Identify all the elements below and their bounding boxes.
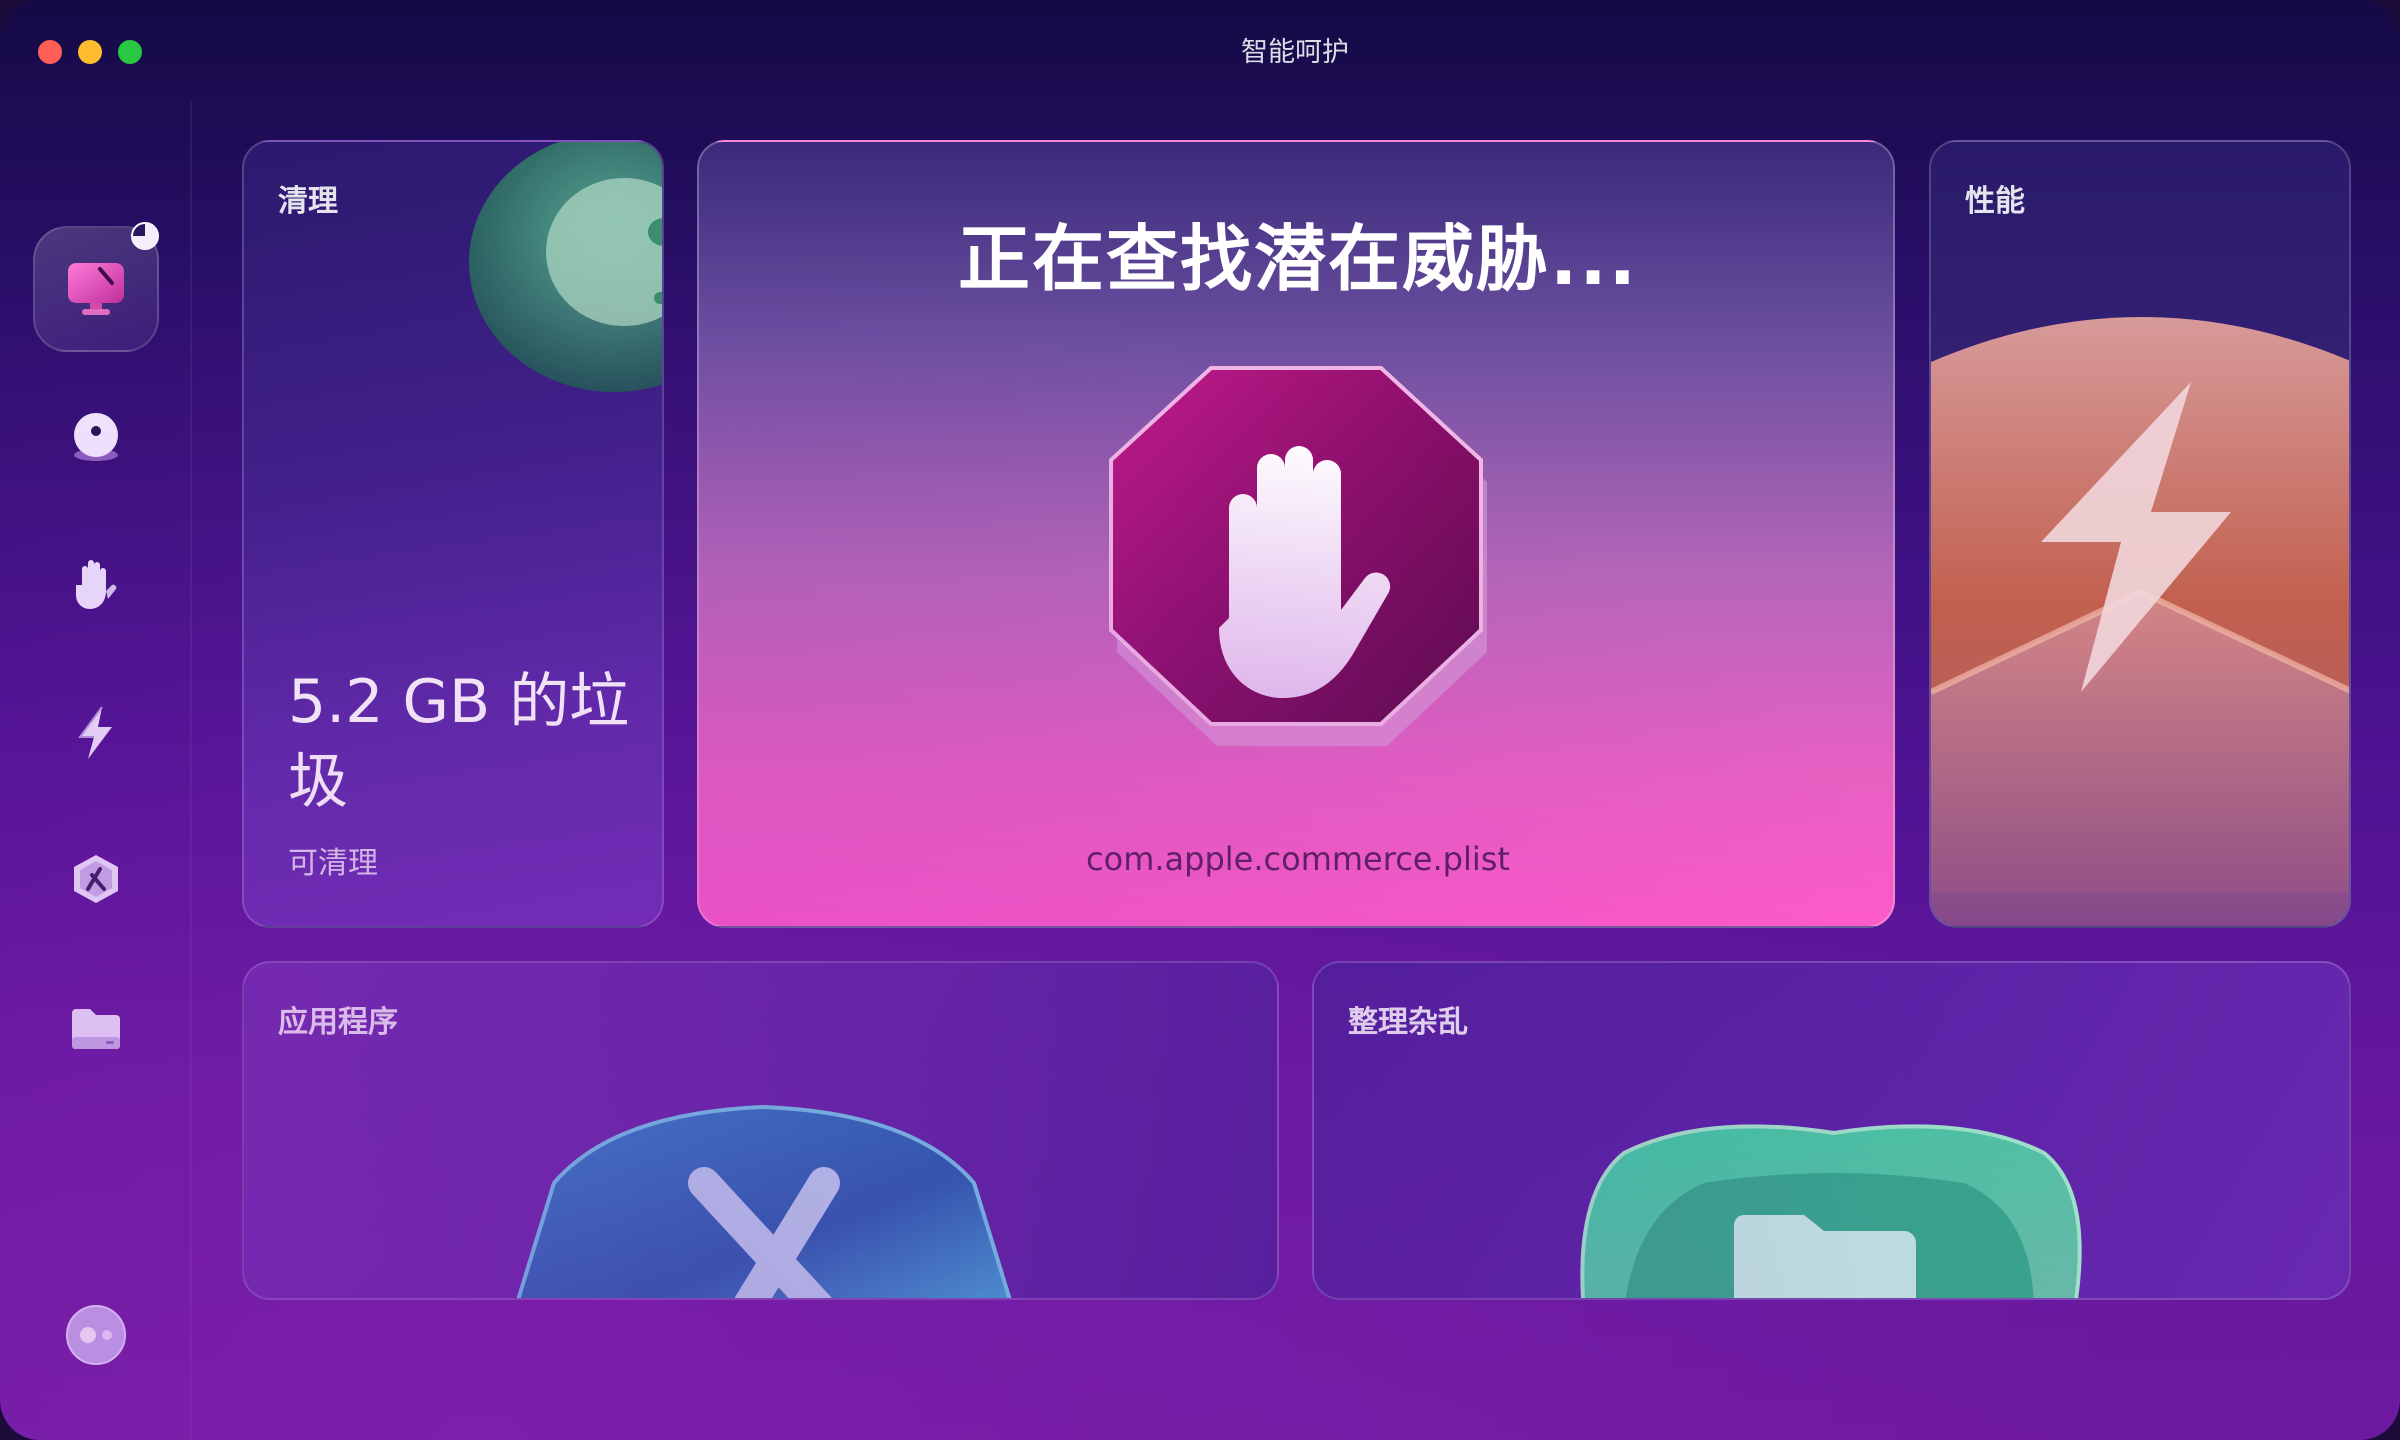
cleanup-card[interactable]: 清理 5.2 GB 的垃圾 可清理 <box>242 140 664 928</box>
sidebar-item-clutter[interactable] <box>33 966 159 1092</box>
protection-card[interactable]: 正在查找潜在威胁... com.apple.commerce.plist <box>697 140 1895 928</box>
sidebar <box>0 100 192 1440</box>
monitor-icon <box>68 263 124 315</box>
assistant-icon <box>66 1305 126 1365</box>
app-hex-icon <box>74 855 118 903</box>
applications-hex-icon <box>516 1104 1012 1298</box>
performance-card-title: 性能 <box>1965 184 2025 219</box>
clutter-folder-icon <box>1580 1124 2082 1298</box>
clutter-card-title: 整理杂乱 <box>1348 1005 1468 1040</box>
bubble-icon <box>74 413 118 461</box>
stop-hand-icon <box>1109 366 1487 746</box>
sidebar-item-performance[interactable] <box>33 670 159 796</box>
app-window: 智能呵护 清理 5.2 GB 的垃圾 可清理 正在查找潜在威胁... com.a… <box>0 0 2400 1440</box>
folder-icon <box>72 1009 120 1049</box>
window-title: 智能呵护 <box>1241 37 1349 68</box>
performance-lightning-icon <box>1931 317 2349 926</box>
junk-size-value: 5.2 GB 的垃圾 <box>288 667 630 817</box>
sidebar-item-smart-care[interactable] <box>33 222 159 352</box>
clutter-card[interactable]: 整理杂乱 <box>1312 961 2351 1300</box>
title-bar: 智能呵护 <box>0 0 2400 100</box>
scanning-file-name: com.apple.commerce.plist <box>1086 840 1510 878</box>
applications-card[interactable]: 应用程序 <box>242 961 1279 1300</box>
applications-card-title: 应用程序 <box>278 1005 398 1040</box>
junk-sub-label: 可清理 <box>288 846 378 881</box>
cleanup-card-title: 清理 <box>278 184 338 219</box>
threat-scan-heading: 正在查找潜在威胁... <box>957 217 1639 301</box>
assistant-button[interactable] <box>33 1272 159 1398</box>
sidebar-item-applications[interactable] <box>33 818 159 944</box>
hand-icon <box>76 560 117 609</box>
progress-ring-icon <box>131 222 159 250</box>
sidebar-item-cleanup[interactable] <box>33 374 159 500</box>
lightning-icon <box>78 706 112 759</box>
performance-card[interactable]: 性能 <box>1929 140 2351 928</box>
sidebar-item-protection[interactable] <box>33 522 159 648</box>
cleanup-bubble-icon <box>469 142 662 392</box>
